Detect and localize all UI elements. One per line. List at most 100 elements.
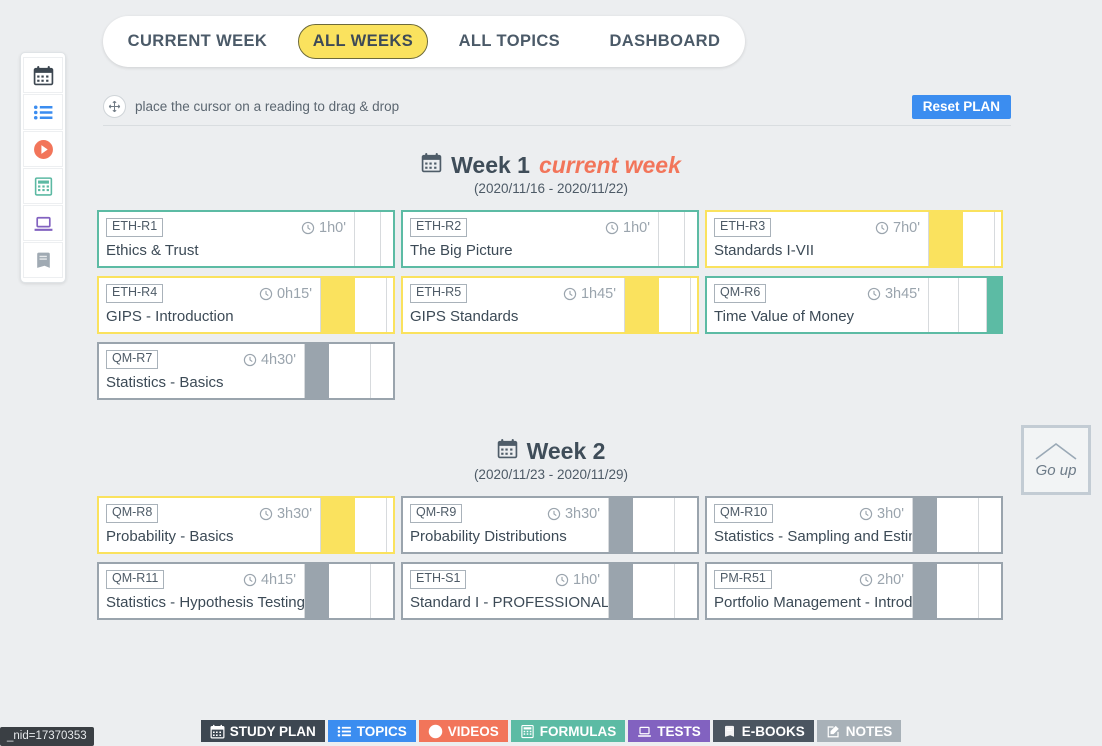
card-header: ETH-R3 7h0': [714, 216, 928, 239]
card-slot: [387, 498, 393, 552]
bottom-button-tests[interactable]: TESTS: [628, 720, 710, 742]
card-slot: [355, 498, 387, 552]
tab-all-topics[interactable]: ALL TOPICS: [434, 24, 585, 59]
reading-title: Standards I-VII: [714, 242, 815, 259]
tab-all-weeks[interactable]: ALL WEEKS: [297, 24, 428, 59]
reading-card[interactable]: ETH-R2 1h0' The Big Picture: [401, 210, 699, 268]
reading-card[interactable]: QM-R9 3h30' Probability Distributions: [401, 496, 699, 554]
card-slot: [979, 564, 1001, 618]
card-slot: [659, 212, 685, 266]
reading-title: Time Value of Money: [714, 308, 855, 325]
card-body: ETH-R5 1h45' GIPS Standards: [403, 278, 625, 332]
card-progress-fill: [987, 278, 1001, 332]
card-slot: [387, 278, 393, 332]
card-body: PM-R51 2h0' Portfolio Management - Intro…: [707, 564, 913, 618]
bottom-button-e-books[interactable]: E-BOOKS: [712, 720, 814, 742]
bottom-button-study-plan[interactable]: STUDY PLAN: [200, 720, 325, 742]
card-slot: [329, 564, 371, 618]
bottom-button-label: VIDEOS: [447, 723, 499, 739]
week-title-text: Week 2: [526, 438, 606, 464]
card-progress-fill: [305, 564, 329, 618]
clock-icon: [563, 287, 577, 301]
week-title-row: Week 1 current week: [0, 152, 1102, 179]
card-slot: [355, 278, 387, 332]
reset-plan-button[interactable]: Reset PLAN: [911, 94, 1011, 119]
reading-card[interactable]: QM-R8 3h30' Probability - Basics: [97, 496, 395, 554]
reading-card[interactable]: QM-R6 3h45' Time Value of Money: [705, 276, 1003, 334]
reading-card[interactable]: QM-R11 4h15' Statistics - Hypothesis Tes…: [97, 562, 395, 620]
reading-card-grid: QM-R8 3h30' Probability - Basics QM-R9 3…: [97, 496, 1005, 620]
duration-text: 3h30': [564, 505, 600, 522]
calendar-icon[interactable]: [23, 57, 63, 93]
notes-icon: [826, 724, 841, 739]
reading-card[interactable]: PM-R51 2h0' Portfolio Management - Intro…: [705, 562, 1003, 620]
reading-card[interactable]: ETH-R5 1h45' GIPS Standards: [401, 276, 699, 334]
card-slot: [685, 212, 697, 266]
clock-icon: [301, 221, 315, 235]
reading-title: Probability - Basics: [106, 528, 234, 545]
reading-card[interactable]: QM-R10 3h0' Statistics - Sampling and Es…: [705, 496, 1003, 554]
tab-current-week[interactable]: CURRENT WEEK: [103, 24, 292, 59]
main-content: CURRENT WEEK ALL WEEKS ALL TOPICS DASHBOARD…: [0, 0, 1102, 746]
bottom-button-formulas[interactable]: FORMULAS: [510, 720, 626, 742]
duration-text: 2h0': [877, 571, 904, 588]
card-header: ETH-S1 1h0': [410, 568, 608, 591]
card-slot: [633, 564, 675, 618]
bottom-button-label: TOPICS: [356, 723, 407, 739]
clock-icon: [859, 573, 873, 587]
card-body: QM-R9 3h30' Probability Distributions: [403, 498, 609, 552]
card-body: ETH-S1 1h0' Standard I - PROFESSIONALISM: [403, 564, 609, 618]
videos-icon[interactable]: [23, 131, 63, 167]
formulas-icon[interactable]: [23, 168, 63, 204]
card-progress-fill: [305, 344, 329, 398]
card-body: ETH-R4 0h15' GIPS - Introduction: [99, 278, 321, 332]
reading-code: QM-R6: [714, 284, 767, 303]
week-date-range: (2020/11/23 - 2020/11/29): [473, 467, 629, 482]
reading-title: The Big Picture: [410, 242, 513, 259]
reading-code: QM-R10: [714, 504, 774, 523]
card-slot: [355, 212, 381, 266]
card-slot: [371, 564, 393, 618]
clock-icon: [555, 573, 569, 587]
duration-text: 7h0': [893, 219, 920, 236]
calendar-icon: [497, 438, 518, 465]
bottom-button-videos[interactable]: VIDEOS: [418, 720, 508, 742]
duration-text: 3h30': [276, 505, 312, 522]
go-up-button[interactable]: Go up: [1021, 425, 1091, 495]
card-progress-fill: [913, 564, 937, 618]
reading-code: ETH-R2: [410, 218, 468, 237]
tab-dashboard[interactable]: DASHBOARD: [585, 24, 745, 59]
tests-icon[interactable]: [23, 205, 63, 241]
move-icon[interactable]: [103, 95, 126, 118]
reading-duration: 1h0': [555, 572, 600, 588]
card-header: QM-R6 3h45': [714, 282, 928, 305]
card-slot: [959, 278, 987, 332]
reading-duration: 4h30': [243, 352, 296, 368]
reading-card[interactable]: ETH-S1 1h0' Standard I - PROFESSIONALISM: [401, 562, 699, 620]
reading-card[interactable]: QM-R7 4h30' Statistics - Basics: [97, 342, 395, 400]
card-header: QM-R10 3h0': [714, 502, 912, 525]
card-header: ETH-R1 1h0': [106, 216, 354, 239]
reading-duration: 1h0': [605, 220, 650, 236]
card-header: QM-R9 3h30': [410, 502, 608, 525]
card-progress-fill: [321, 278, 355, 332]
icon-rail: [20, 52, 66, 283]
reading-title: Ethics & Trust: [106, 242, 199, 259]
reading-card[interactable]: ETH-R4 0h15' GIPS - Introduction: [97, 276, 395, 334]
card-body: QM-R10 3h0' Statistics - Sampling and Es…: [707, 498, 913, 552]
bottom-toolbar: STUDY PLAN TOPICS VIDEOS FORMULAS TESTS: [0, 716, 1102, 746]
clock-icon: [859, 507, 873, 521]
ebooks-icon[interactable]: [23, 242, 63, 278]
card-header: QM-R7 4h30': [106, 348, 304, 371]
reading-card[interactable]: ETH-R1 1h0' Ethics & Trust: [97, 210, 395, 268]
reading-code: ETH-R5: [410, 284, 468, 303]
bottom-button-notes[interactable]: NOTES: [816, 720, 902, 742]
reading-code: PM-R51: [714, 570, 772, 589]
reading-title: Probability Distributions: [410, 528, 567, 545]
topics-icon[interactable]: [23, 94, 63, 130]
clock-icon: [243, 573, 257, 587]
reading-card[interactable]: ETH-R3 7h0' Standards I-VII: [705, 210, 1003, 268]
bottom-button-topics[interactable]: TOPICS: [327, 720, 416, 742]
card-slot: [675, 564, 697, 618]
week-header: Week 1 current week (2020/11/16 - 2020/1…: [0, 152, 1102, 196]
